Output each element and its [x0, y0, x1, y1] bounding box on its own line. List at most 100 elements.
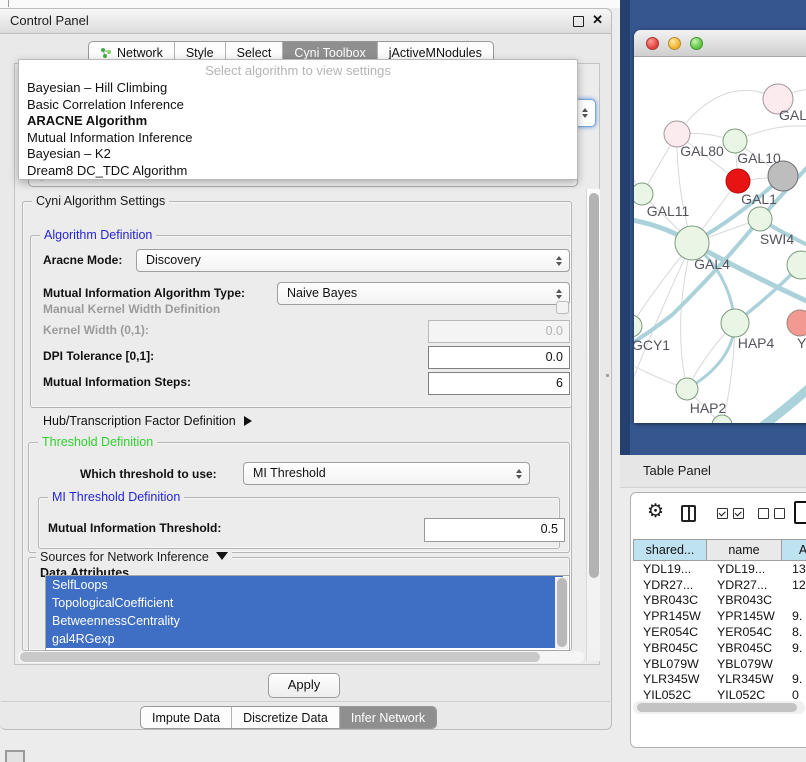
column-layout-icon[interactable]	[681, 505, 696, 522]
cell: YBR045C	[708, 641, 783, 655]
node-label: GAL80	[680, 143, 724, 159]
column-header[interactable]: A	[781, 539, 806, 561]
data-attributes-list: SelfLoops TopologicalCoefficient Between…	[45, 575, 570, 651]
cell: 9.	[783, 672, 806, 686]
column-header-name[interactable]: name	[706, 539, 782, 561]
mi-steps-field[interactable]: 6	[428, 372, 570, 395]
stepper-icon	[516, 469, 522, 479]
minimize-traffic-light[interactable]	[668, 37, 681, 50]
node-hap4[interactable]	[721, 309, 749, 337]
dropdown-item[interactable]: Bayesian – K2	[19, 146, 577, 163]
node-gal4[interactable]	[675, 226, 709, 260]
table-row[interactable]: YDL19...YDL19...13	[634, 561, 806, 577]
dropdown-item[interactable]: Mutual Information Inference	[19, 130, 577, 147]
tab-impute-data[interactable]: Impute Data	[141, 707, 231, 728]
sources-expander[interactable]: Sources for Network Inference	[36, 550, 232, 564]
scrollbar-thumb[interactable]	[637, 703, 797, 712]
dpi-tolerance-field[interactable]: 0.0	[428, 346, 570, 369]
close-icon[interactable]: ✕	[592, 12, 603, 28]
table-row[interactable]: YLR345WYLR345W9.	[634, 672, 806, 688]
node[interactable]	[787, 310, 806, 336]
node-gal1-selected[interactable]	[726, 169, 750, 193]
list-item[interactable]: SelfLoops	[46, 576, 563, 594]
hub-expander-label: Hub/Transcription Factor Definition	[43, 414, 236, 428]
hub-expander[interactable]: Hub/Transcription Factor Definition	[43, 414, 252, 428]
dropdown-item[interactable]: Basic Correlation Inference	[19, 97, 577, 114]
bottom-tabs: Impute Data Discretize Data Infer Networ…	[140, 706, 437, 729]
column-header-shared-name[interactable]: shared...	[633, 539, 707, 561]
table-row[interactable]: YBR045CYBR045C9.	[634, 640, 806, 656]
cell: YPR145W	[708, 609, 783, 623]
node-hap2[interactable]	[676, 378, 698, 400]
tab-label: Infer Network	[351, 711, 425, 725]
node-gal11[interactable]	[634, 183, 653, 205]
dropdown-item[interactable]: Bayesian – Hill Climbing	[19, 80, 577, 97]
kernel-width-field[interactable]: 0.0	[428, 320, 570, 343]
export-table-icon[interactable]	[794, 501, 806, 524]
close-traffic-light[interactable]	[646, 37, 659, 50]
node-label: Y	[797, 335, 806, 351]
expander-down-icon	[216, 552, 228, 560]
dropdown-item[interactable]: Dream8 DC_TDC Algorithm	[19, 163, 577, 180]
manual-kernel-checkbox[interactable]	[556, 301, 569, 314]
table-row[interactable]: YER054CYER054C8.	[634, 624, 806, 640]
splitter-handle[interactable]	[606, 374, 609, 377]
zoom-traffic-light[interactable]	[690, 37, 703, 50]
gear-icon[interactable]: ⚙	[647, 502, 664, 521]
show-columns-icon[interactable]	[717, 508, 744, 519]
dropdown-prompt: Select algorithm to view settings	[19, 60, 577, 80]
table-row[interactable]: YPR145WYPR145W9.	[634, 608, 806, 624]
mi-threshold-field[interactable]: 0.5	[424, 518, 565, 542]
algorithm-dropdown-popup: Select algorithm to view settings Bayesi…	[18, 59, 578, 180]
tab-discretize-data[interactable]: Discretize Data	[231, 707, 339, 728]
node-label: GCY1	[634, 337, 670, 353]
which-threshold-label: Which threshold to use:	[80, 467, 217, 481]
dropdown-item-selected[interactable]: ARACNE Algorithm	[19, 113, 577, 130]
group-title: MI Threshold Definition	[48, 490, 184, 504]
minimized-window-icon[interactable]	[5, 750, 25, 762]
scrollbar-thumb[interactable]	[20, 652, 540, 662]
which-threshold-combo[interactable]: MI Threshold	[243, 462, 530, 485]
node[interactable]	[712, 415, 732, 423]
group-title: Threshold Definition	[38, 435, 157, 449]
node-label: HAP2	[690, 400, 727, 416]
tab-label: Network	[117, 46, 163, 60]
cell: YBR043C	[708, 593, 783, 607]
settings-horizontal-scrollbar[interactable]	[18, 651, 584, 663]
network-window: GAL80 GAL10 GAL1 GAL11 SWI4 GAL4 HAP4 HA…	[634, 30, 806, 423]
list-item[interactable]: gal4RGexp	[46, 630, 563, 648]
table-row[interactable]: YBR043CYBR043C	[634, 593, 806, 609]
hide-columns-icon[interactable]	[758, 508, 785, 519]
list-item[interactable]: BetweennessCentrality	[46, 612, 563, 630]
kernel-width-label: Kernel Width (0,1):	[43, 323, 149, 337]
apply-button[interactable]: Apply	[268, 673, 340, 698]
dpi-tolerance-label: DPI Tolerance [0,1]:	[43, 349, 154, 363]
table-row[interactable]: YBL079WYBL079W	[634, 656, 806, 672]
node-swi4[interactable]	[748, 207, 772, 231]
cell: YDR27...	[634, 578, 708, 592]
settings-vertical-scrollbar[interactable]	[586, 189, 600, 661]
node-label: GAL11	[647, 203, 690, 219]
tab-infer-network[interactable]: Infer Network	[339, 707, 436, 728]
scrollbar-thumb[interactable]	[589, 193, 599, 578]
mi-type-combo[interactable]: Naive Bayes	[277, 282, 570, 305]
cell: 13	[783, 562, 806, 576]
cell: YDL19...	[708, 562, 783, 576]
network-view-panel: GAL80 GAL10 GAL1 GAL11 SWI4 GAL4 HAP4 HA…	[620, 0, 806, 455]
mi-steps-label: Mutual Information Steps:	[43, 375, 191, 389]
aracne-mode-combo[interactable]: Discovery	[136, 249, 570, 272]
float-window-icon[interactable]	[573, 16, 584, 27]
panel-title: Control Panel	[10, 13, 89, 28]
network-canvas[interactable]: GAL80 GAL10 GAL1 GAL11 SWI4 GAL4 HAP4 HA…	[634, 57, 806, 423]
stepper-icon	[556, 289, 562, 299]
mi-threshold-label: Mutual Information Threshold:	[48, 521, 221, 535]
list-vertical-scrollbar[interactable]	[555, 577, 568, 649]
table-row[interactable]: YDR27...YDR27...12	[634, 577, 806, 593]
node-label: GAL10	[737, 150, 781, 166]
list-item[interactable]: TopologicalCoefficient	[46, 594, 563, 612]
window-edge-tick	[8, 0, 9, 7]
cell: 9.	[783, 641, 806, 655]
table-horizontal-scrollbar[interactable]	[633, 701, 805, 714]
sources-title: Sources for Network Inference	[40, 550, 209, 564]
node-gcy1[interactable]	[634, 315, 642, 337]
